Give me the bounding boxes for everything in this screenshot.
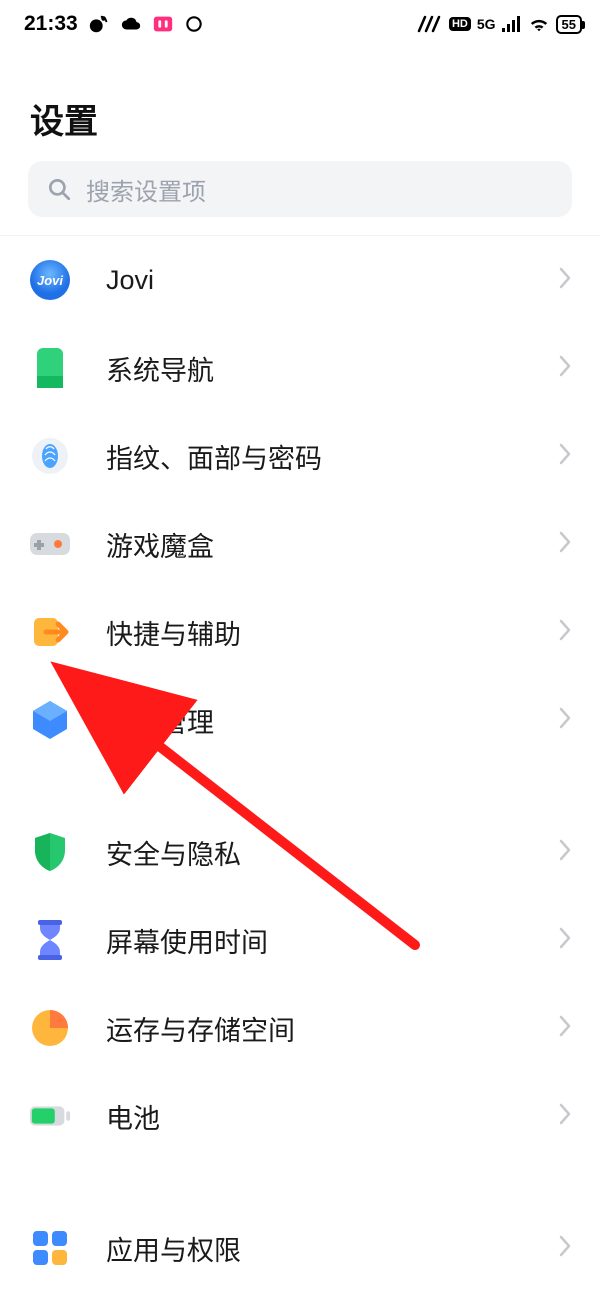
chevron-right-icon: [558, 926, 572, 955]
settings-item-label: 屏幕使用时间: [106, 921, 524, 960]
ring-icon: [184, 14, 204, 34]
group-divider: [0, 1160, 600, 1204]
hourglass-icon: [28, 918, 72, 962]
settings-item-label: 安全与隐私: [106, 833, 524, 872]
carrier-icon: [417, 15, 443, 33]
search-placeholder: 搜索设置项: [86, 172, 206, 207]
settings-item-label: 系统导航: [106, 349, 524, 388]
phone-nav-icon: [28, 346, 72, 390]
gamepad-icon: [28, 522, 72, 566]
chevron-right-icon: [558, 618, 572, 647]
settings-item-label: 快捷与辅助: [106, 613, 524, 652]
settings-list: Jovi Jovi 系统导航 指纹、面部与密码 游戏魔盒 快捷与辅助: [0, 235, 600, 1293]
network-type: 5G: [477, 16, 496, 32]
battery-item-icon: [28, 1094, 72, 1138]
settings-item-battery[interactable]: 电池: [0, 1072, 600, 1160]
hexagon-icon: [28, 698, 72, 742]
settings-item-label: 指纹、面部与密码: [106, 437, 524, 476]
chevron-right-icon: [558, 1234, 572, 1263]
group-divider: [0, 764, 600, 808]
settings-item-label: 系统管理: [106, 701, 524, 740]
search-input[interactable]: 搜索设置项: [28, 161, 572, 217]
chevron-right-icon: [558, 266, 572, 295]
chevron-right-icon: [558, 354, 572, 383]
weibo-icon: [88, 13, 110, 35]
battery-icon: 55: [556, 15, 582, 34]
chevron-right-icon: [558, 838, 572, 867]
chevron-right-icon: [558, 442, 572, 471]
settings-item-label: 运存与存储空间: [106, 1009, 524, 1048]
settings-item-shortcuts[interactable]: 快捷与辅助: [0, 588, 600, 676]
settings-item-jovi[interactable]: Jovi Jovi: [0, 236, 600, 324]
wifi-icon: [528, 15, 550, 33]
settings-item-biometrics[interactable]: 指纹、面部与密码: [0, 412, 600, 500]
settings-item-label: 应用与权限: [106, 1229, 524, 1268]
settings-item-screen-time[interactable]: 屏幕使用时间: [0, 896, 600, 984]
settings-item-label: 游戏魔盒: [106, 525, 524, 564]
chevron-right-icon: [558, 706, 572, 735]
svg-text:Jovi: Jovi: [37, 273, 63, 288]
chevron-right-icon: [558, 1014, 572, 1043]
status-right: HD 5G 55: [417, 15, 582, 34]
settings-item-navigation[interactable]: 系统导航: [0, 324, 600, 412]
app-badge-icon: [152, 13, 174, 35]
status-bar: 21:33 HD 5G 55: [0, 0, 600, 48]
cloud-icon: [120, 13, 142, 35]
status-time: 21:33: [24, 12, 78, 36]
search-icon: [46, 176, 72, 202]
pie-icon: [28, 1006, 72, 1050]
page-title: 设置: [0, 48, 600, 161]
settings-item-label: Jovi: [106, 265, 524, 296]
chevron-right-icon: [558, 530, 572, 559]
chevron-right-icon: [558, 1102, 572, 1131]
settings-item-label: 电池: [106, 1097, 524, 1136]
shield-icon: [28, 830, 72, 874]
fingerprint-icon: [28, 434, 72, 478]
jovi-icon: Jovi: [28, 258, 72, 302]
apps-grid-icon: [28, 1226, 72, 1270]
signal-icon: [502, 16, 522, 32]
settings-item-security[interactable]: 安全与隐私: [0, 808, 600, 896]
hd-badge-icon: HD: [449, 17, 471, 31]
settings-item-game-box[interactable]: 游戏魔盒: [0, 500, 600, 588]
settings-item-system-mgmt[interactable]: 系统管理: [0, 676, 600, 764]
shortcut-arrow-icon: [28, 610, 72, 654]
settings-item-storage[interactable]: 运存与存储空间: [0, 984, 600, 1072]
settings-item-apps[interactable]: 应用与权限: [0, 1204, 600, 1292]
status-left: 21:33: [24, 12, 204, 36]
